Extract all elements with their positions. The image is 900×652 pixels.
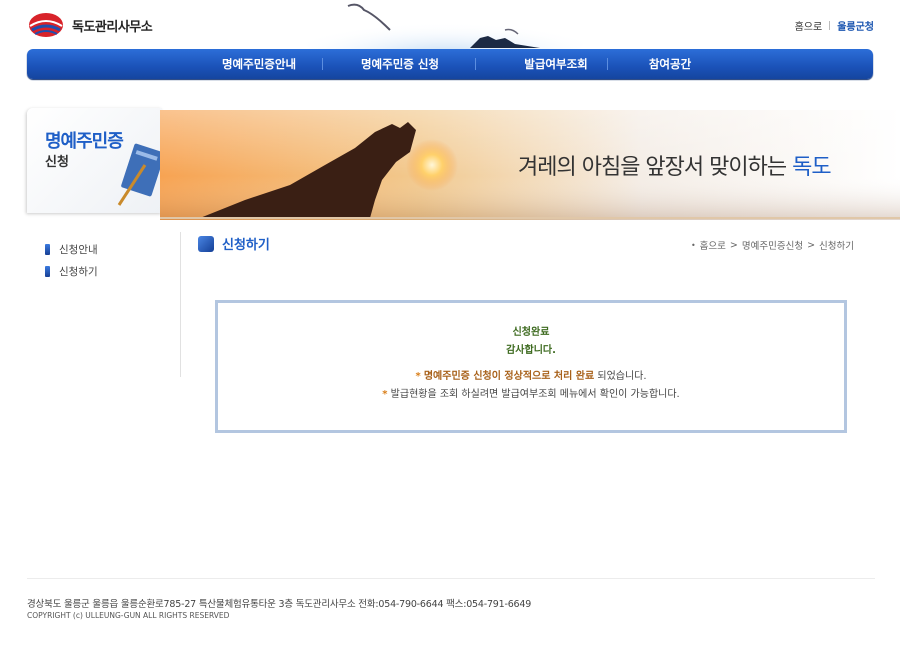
header-sky-illustration — [305, 3, 585, 50]
breadcrumb-separator: > — [807, 239, 816, 251]
status-check-notice: * 발급현황을 조회 하실려면 발급여부조회 메뉴에서 확인이 가능합니다. — [218, 385, 844, 400]
side-menu: 신청안내 신청하기 — [45, 238, 175, 282]
footer-copyright: COPYRIGHT (c) ULLEUNG-GUN ALL RIGHTS RES… — [27, 611, 230, 620]
completion-message-box: 신청완료 감사합니다. * 명예주민증 신청이 정상적으로 처리 완료 되었습니… — [215, 300, 847, 433]
processed-rest: 되었습니다. — [594, 371, 647, 382]
breadcrumb-current: 신청하기 — [819, 241, 854, 252]
dokdo-sunrise-visual: 겨레의 아침을 앞장서 맞이하는 독도 — [160, 110, 900, 220]
slogan-accent: 독도 — [792, 155, 831, 180]
section-title-main: 명예주민증 — [45, 131, 124, 152]
processed-notice: * 명예주민증 신청이 정상적으로 처리 완료 되었습니다. — [218, 367, 844, 382]
side-menu-bullet-icon — [45, 265, 50, 277]
nav-item-card-guide[interactable]: 명예주민증안내 — [194, 49, 324, 79]
top-links: 홈으로 울릉군청 — [795, 18, 874, 33]
breadcrumb: • 홈으로 > 명예주민증신청 > 신청하기 — [690, 238, 854, 253]
page-title: 신청하기 — [198, 234, 270, 253]
footer-divider — [27, 578, 875, 579]
logo-text: 독도관리사무소 — [72, 19, 153, 35]
side-menu-divider — [180, 232, 181, 377]
section-title-sub: 신청 — [45, 155, 69, 170]
home-link[interactable]: 홈으로 — [795, 18, 823, 33]
side-menu-bullet-icon — [45, 243, 50, 255]
top-link-divider — [829, 21, 831, 30]
notice-star-icon: * — [382, 389, 388, 400]
breadcrumb-separator: > — [729, 239, 738, 251]
nav-item-card-apply[interactable]: 명예주민증 신청 — [335, 49, 465, 79]
completion-title: 신청완료 — [512, 327, 550, 338]
side-menu-item-apply[interactable]: 신청하기 — [45, 260, 175, 282]
side-menu-item-label: 신청하기 — [59, 265, 98, 278]
slogan-text: 겨레의 아침을 앞장서 맞이하는 — [518, 155, 792, 180]
status-check-text: 발급현황을 조회 하실려면 발급여부조회 메뉴에서 확인이 가능합니다. — [390, 389, 680, 400]
nav-divider — [322, 58, 323, 70]
title-square-icon — [198, 235, 214, 252]
processed-highlight: 명예주민증 신청이 정상적으로 처리 완료 — [423, 371, 595, 382]
svg-text:겨레의 아침을 앞장서 맞이하는 독도: 겨레의 아침을 앞장서 맞이하는 독도 — [518, 155, 831, 180]
footer-address: 경상북도 울릉군 울릉읍 울릉순환로785-27 특산물체험유통타운 3층 독도… — [27, 599, 532, 610]
nav-item-participation[interactable]: 참여공간 — [605, 49, 735, 79]
ulleung-gun-link[interactable]: 울릉군청 — [837, 18, 874, 33]
id-card-pen-icon — [117, 143, 161, 206]
site-logo[interactable]: 독도관리사무소 — [28, 12, 153, 38]
side-menu-item-label: 신청안내 — [59, 243, 98, 256]
breadcrumb-level1[interactable]: 명예주민증신청 — [742, 238, 803, 252]
logo-emblem-icon — [29, 13, 63, 37]
thanks-message: 감사합니다. — [506, 345, 556, 356]
section-title-panel: 명예주민증 신청 — [27, 108, 162, 213]
breadcrumb-bullet-icon: • — [690, 240, 696, 250]
page-title-text: 신청하기 — [222, 238, 270, 253]
nav-item-issue-check[interactable]: 발급여부조회 — [491, 49, 621, 79]
nav-divider — [475, 58, 476, 70]
notice-star-icon: * — [415, 371, 421, 382]
side-menu-item-guide[interactable]: 신청안내 — [45, 238, 175, 260]
breadcrumb-home[interactable]: 홈으로 — [700, 238, 726, 252]
main-navigation: 명예주민증안내 명예주민증 신청 발급여부조회 참여공간 — [27, 49, 873, 79]
